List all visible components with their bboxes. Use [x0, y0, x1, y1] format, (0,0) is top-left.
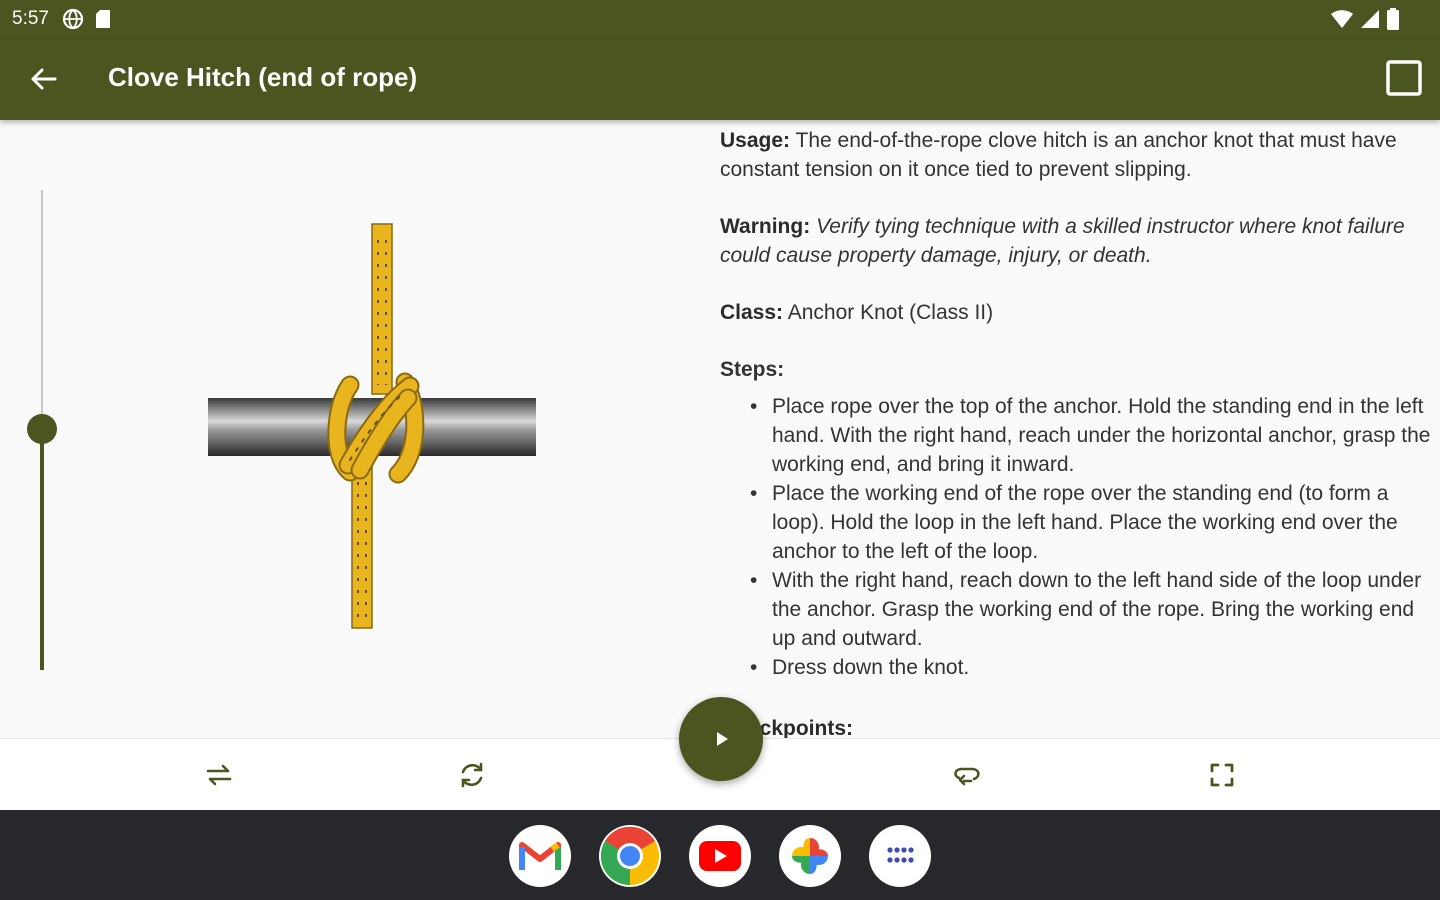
dock-app-photos[interactable] — [779, 825, 841, 887]
dock-app-chrome[interactable] — [599, 825, 661, 887]
youtube-icon — [699, 841, 741, 871]
fullscreen-button[interactable] — [1206, 759, 1238, 791]
rotate-icon — [461, 762, 483, 788]
photos-icon — [792, 838, 828, 874]
step-item: Place rope over the top of the anchor. H… — [750, 392, 1436, 479]
apps-grid-icon — [887, 847, 914, 863]
knot-illustration — [208, 223, 536, 629]
class-label: Class: — [720, 301, 784, 324]
battery-icon — [1387, 8, 1399, 30]
play-icon — [717, 732, 728, 746]
status-bar: 5:57 — [0, 0, 1440, 40]
rope-working-end — [351, 457, 373, 629]
dock-app-gmail[interactable] — [509, 825, 571, 887]
usage-paragraph: Usage: The end-of-the-rope clove hitch i… — [720, 126, 1436, 184]
signal-icon — [1361, 10, 1379, 28]
loop-icon — [954, 767, 980, 786]
play-button[interactable] — [679, 697, 763, 781]
knot-description: Usage: The end-of-the-rope clove hitch i… — [720, 126, 1436, 738]
wifi-icon — [1331, 10, 1353, 28]
dock-app-youtube[interactable] — [689, 825, 751, 887]
step-item: With the right hand, reach down to the l… — [750, 566, 1436, 653]
arrow-left-icon — [31, 68, 57, 90]
steps-list: Place rope over the top of the anchor. H… — [720, 392, 1436, 682]
animation-pane — [0, 120, 700, 738]
sd-card-icon — [96, 10, 110, 28]
usage-text: The end-of-the-rope clove hitch is an an… — [720, 129, 1397, 181]
swap-horizontal-icon — [206, 764, 232, 786]
warning-text: Verify tying technique with a skilled in… — [720, 215, 1405, 267]
orientation-button[interactable] — [1384, 58, 1424, 98]
chrome-icon — [600, 826, 659, 886]
dock-app-launcher[interactable] — [869, 825, 931, 887]
steps-heading: Steps: — [720, 358, 785, 381]
app-bar: Clove Hitch (end of rope) — [0, 40, 1440, 120]
warning-label: Warning: — [720, 215, 811, 238]
rotate-button[interactable] — [456, 759, 488, 791]
status-time: 5:57 — [12, 8, 49, 29]
warning-paragraph: Warning: Verify tying technique with a s… — [720, 212, 1436, 270]
square-outline-icon — [1386, 60, 1422, 96]
taskbar-dock — [0, 810, 1440, 900]
back-button[interactable] — [22, 58, 64, 100]
fullscreen-icon — [1210, 763, 1234, 787]
gmail-icon — [519, 842, 561, 870]
slider-track-inactive[interactable] — [41, 190, 43, 428]
step-item: Dress down the knot. — [750, 653, 1436, 682]
class-text: Anchor Knot (Class II) — [787, 301, 994, 324]
status-right-icons — [1330, 8, 1400, 30]
loop-button[interactable] — [951, 759, 983, 791]
page-title: Clove Hitch (end of rope) — [108, 62, 418, 92]
vpn-icon — [62, 8, 84, 30]
step-item: Place the working end of the rope over t… — [750, 479, 1436, 566]
rope-standing-end — [371, 223, 393, 395]
slider-track-active[interactable] — [40, 430, 44, 670]
usage-label: Usage: — [720, 129, 791, 152]
status-left-icons — [62, 8, 112, 30]
class-paragraph: Class: Anchor Knot (Class II) — [720, 298, 1436, 327]
step-slider-thumb[interactable] — [27, 414, 57, 444]
mirror-button[interactable] — [203, 759, 235, 791]
